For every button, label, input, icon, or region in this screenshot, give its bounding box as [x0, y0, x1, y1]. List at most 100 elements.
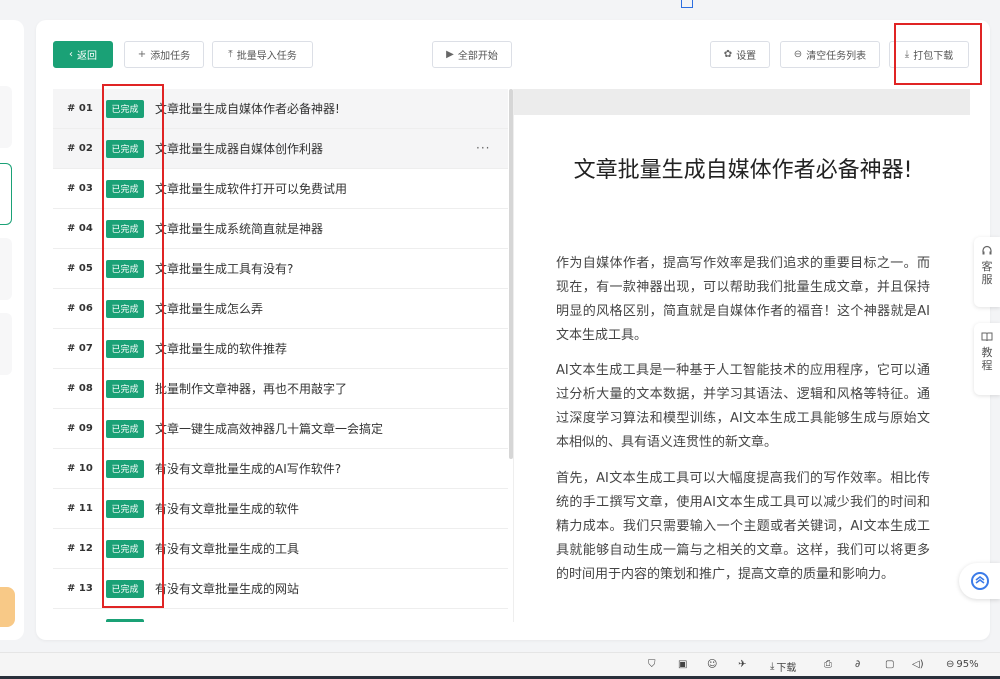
table-row[interactable]: # 06 已完成 文章批量生成怎么弄: [53, 289, 508, 329]
status-badge: 已完成: [106, 139, 144, 158]
status-badge: 已完成: [106, 99, 144, 118]
task-number: # 11: [67, 503, 93, 514]
sidebar-item[interactable]: [0, 238, 12, 300]
status-badge: 已完成: [106, 459, 144, 478]
task-title: 文章批量生成软件打开可以免费试用: [155, 182, 348, 196]
task-number: # 03: [67, 183, 93, 194]
gear-icon: ✿: [723, 49, 733, 60]
table-row[interactable]: # 12 已完成 有没有文章批量生成的工具: [53, 529, 508, 569]
task-title: 文章批量生成自媒体作者必备神器!: [155, 102, 340, 116]
tutorial-label-2: 程: [981, 359, 993, 372]
plus-icon: +: [137, 49, 147, 60]
task-title: 文章批量生成怎么弄: [155, 302, 264, 316]
task-title: 有没有文章批量生成的软件: [155, 502, 300, 516]
image-icon[interactable]: ▣: [678, 659, 687, 670]
table-row[interactable]: # 13 已完成 有没有文章批量生成的网站: [53, 569, 508, 609]
article-paragraph: 首先，AI文本生成工具可以大幅度提高我们的写作效率。相比传统的手工撰写文章，使用…: [556, 471, 930, 582]
article-paragraph: 作为自媒体作者，提高写作效率是我们追求的重要目标之一。而现在，有一款神器出现，可…: [556, 256, 930, 343]
add-task-label: 添加任务: [150, 51, 191, 62]
task-number: # 05: [67, 263, 93, 274]
table-row[interactable]: # 10 已完成 有没有文章批量生成的AI写作软件?: [53, 449, 508, 489]
left-sidebar-edge: [0, 20, 24, 640]
status-badge: 已完成: [106, 579, 144, 598]
add-task-button[interactable]: + 添加任务: [124, 41, 204, 68]
batch-import-button[interactable]: ⤒ 批量导入任务: [212, 41, 313, 68]
status-badge: 已完成: [106, 419, 144, 438]
settings-button[interactable]: ✿ 设置: [710, 41, 770, 68]
table-row[interactable]: # 01 已完成 文章批量生成自媒体作者必备神器!: [53, 89, 508, 129]
tutorial-tab[interactable]: 教 程: [974, 323, 1000, 395]
back-button[interactable]: ‹ 返回: [53, 41, 113, 68]
assistant-float-button[interactable]: [959, 563, 1000, 599]
book-icon: [981, 332, 993, 342]
status-badge-partial: [106, 619, 144, 622]
status-badge: 已完成: [106, 379, 144, 398]
printer-icon[interactable]: ⎙: [824, 659, 832, 670]
zoom-control[interactable]: ⊖ 95%: [946, 659, 979, 670]
status-badge: 已完成: [106, 179, 144, 198]
sidebar-item[interactable]: [0, 313, 12, 375]
task-number: # 10: [67, 463, 93, 474]
task-number: # 08: [67, 383, 93, 394]
download-status-button[interactable]: ⤓ 下载: [770, 659, 796, 674]
table-row[interactable]: # 03 已完成 文章批量生成软件打开可以免费试用: [53, 169, 508, 209]
link-icon[interactable]: ∂: [855, 659, 860, 670]
more-icon[interactable]: ···: [476, 141, 490, 155]
task-number: # 13: [67, 583, 93, 594]
download-label: 打包下载: [913, 51, 954, 62]
table-row[interactable]: # 08 已完成 批量制作文章神器，再也不用敲字了: [53, 369, 508, 409]
play-icon: ▶: [446, 49, 454, 60]
task-title: 文章批量生成器自媒体创作利器: [155, 142, 324, 156]
chevron-left-icon: ‹: [69, 49, 73, 60]
task-number: # 04: [67, 223, 93, 234]
zoom-icon: ⊖: [946, 659, 955, 670]
customer-service-tab[interactable]: 客 服: [974, 237, 1000, 307]
zoom-level: 95%: [956, 659, 979, 670]
status-badge: 已完成: [106, 499, 144, 518]
face-icon[interactable]: ☺: [707, 659, 717, 670]
upload-icon: ⤒: [228, 49, 233, 60]
shield-icon[interactable]: ⛉: [648, 659, 656, 670]
headset-icon: [982, 245, 992, 255]
sidebar-item-active[interactable]: [0, 163, 12, 225]
task-title: 有没有文章批量生成的AI写作软件?: [155, 462, 342, 476]
table-row[interactable]: # 07 已完成 文章批量生成的软件推荐: [53, 329, 508, 369]
task-title: 有没有文章批量生成的网站: [155, 582, 300, 596]
status-badge: 已完成: [106, 219, 144, 238]
trash-icon: ⊖: [793, 49, 803, 60]
task-number: # 09: [67, 423, 93, 434]
task-number: # 12: [67, 543, 93, 554]
status-badge: 已完成: [106, 539, 144, 558]
status-badge: 已完成: [106, 259, 144, 278]
download-status-label: 下载: [776, 663, 797, 674]
clear-list-button[interactable]: ⊖ 清空任务列表: [780, 41, 880, 68]
rocket-icon[interactable]: ✈: [738, 659, 746, 670]
start-all-label: 全部开始: [457, 51, 498, 62]
sidebar-item[interactable]: [0, 86, 12, 148]
start-all-button[interactable]: ▶ 全部开始: [432, 41, 512, 68]
speaker-icon[interactable]: ◁): [912, 659, 924, 670]
sidebar-orange-tab[interactable]: [0, 587, 15, 627]
task-number: # 06: [67, 303, 93, 314]
tutorial-label-1: 教: [981, 346, 993, 359]
download-button[interactable]: ⤓ 打包下载: [889, 41, 969, 68]
status-badge: 已完成: [106, 339, 144, 358]
table-row[interactable]: # 02 已完成 文章批量生成器自媒体创作利器 ···: [53, 129, 508, 169]
status-badge: 已完成: [106, 299, 144, 318]
service-label-1: 客: [981, 260, 993, 273]
window-icon[interactable]: ▢: [885, 659, 894, 670]
download-arrow-icon: ⤓: [770, 661, 775, 672]
table-row[interactable]: # 04 已完成 文章批量生成系统简直就是神器: [53, 209, 508, 249]
table-row-partial: [53, 609, 508, 622]
table-row[interactable]: # 05 已完成 文章批量生成工具有没有?: [53, 249, 508, 289]
task-number: # 02: [67, 143, 93, 154]
task-title: 文章批量生成的软件推荐: [155, 342, 288, 356]
article-preview: 文章批量生成自媒体作者必备神器! 作为自媒体作者，提高写作效率是我们追求的重要目…: [513, 89, 970, 622]
task-title: 文章一键生成高效神器几十篇文章一会搞定: [155, 422, 384, 436]
download-icon: ⤓: [904, 49, 910, 60]
table-row[interactable]: # 09 已完成 文章一键生成高效神器几十篇文章一会搞定: [53, 409, 508, 449]
table-row[interactable]: # 11 已完成 有没有文章批量生成的软件: [53, 489, 508, 529]
batch-import-label: 批量导入任务: [236, 51, 297, 62]
article-paragraph: AI文本生成工具是一种基于人工智能技术的应用程序，它可以通过分析大量的文本数据，…: [556, 363, 930, 450]
browser-status-bar: ⛉ ▣ ☺ ✈ ⤓ 下载 ⎙ ∂ ▢ ◁) ⊖ 95%: [0, 652, 1000, 679]
